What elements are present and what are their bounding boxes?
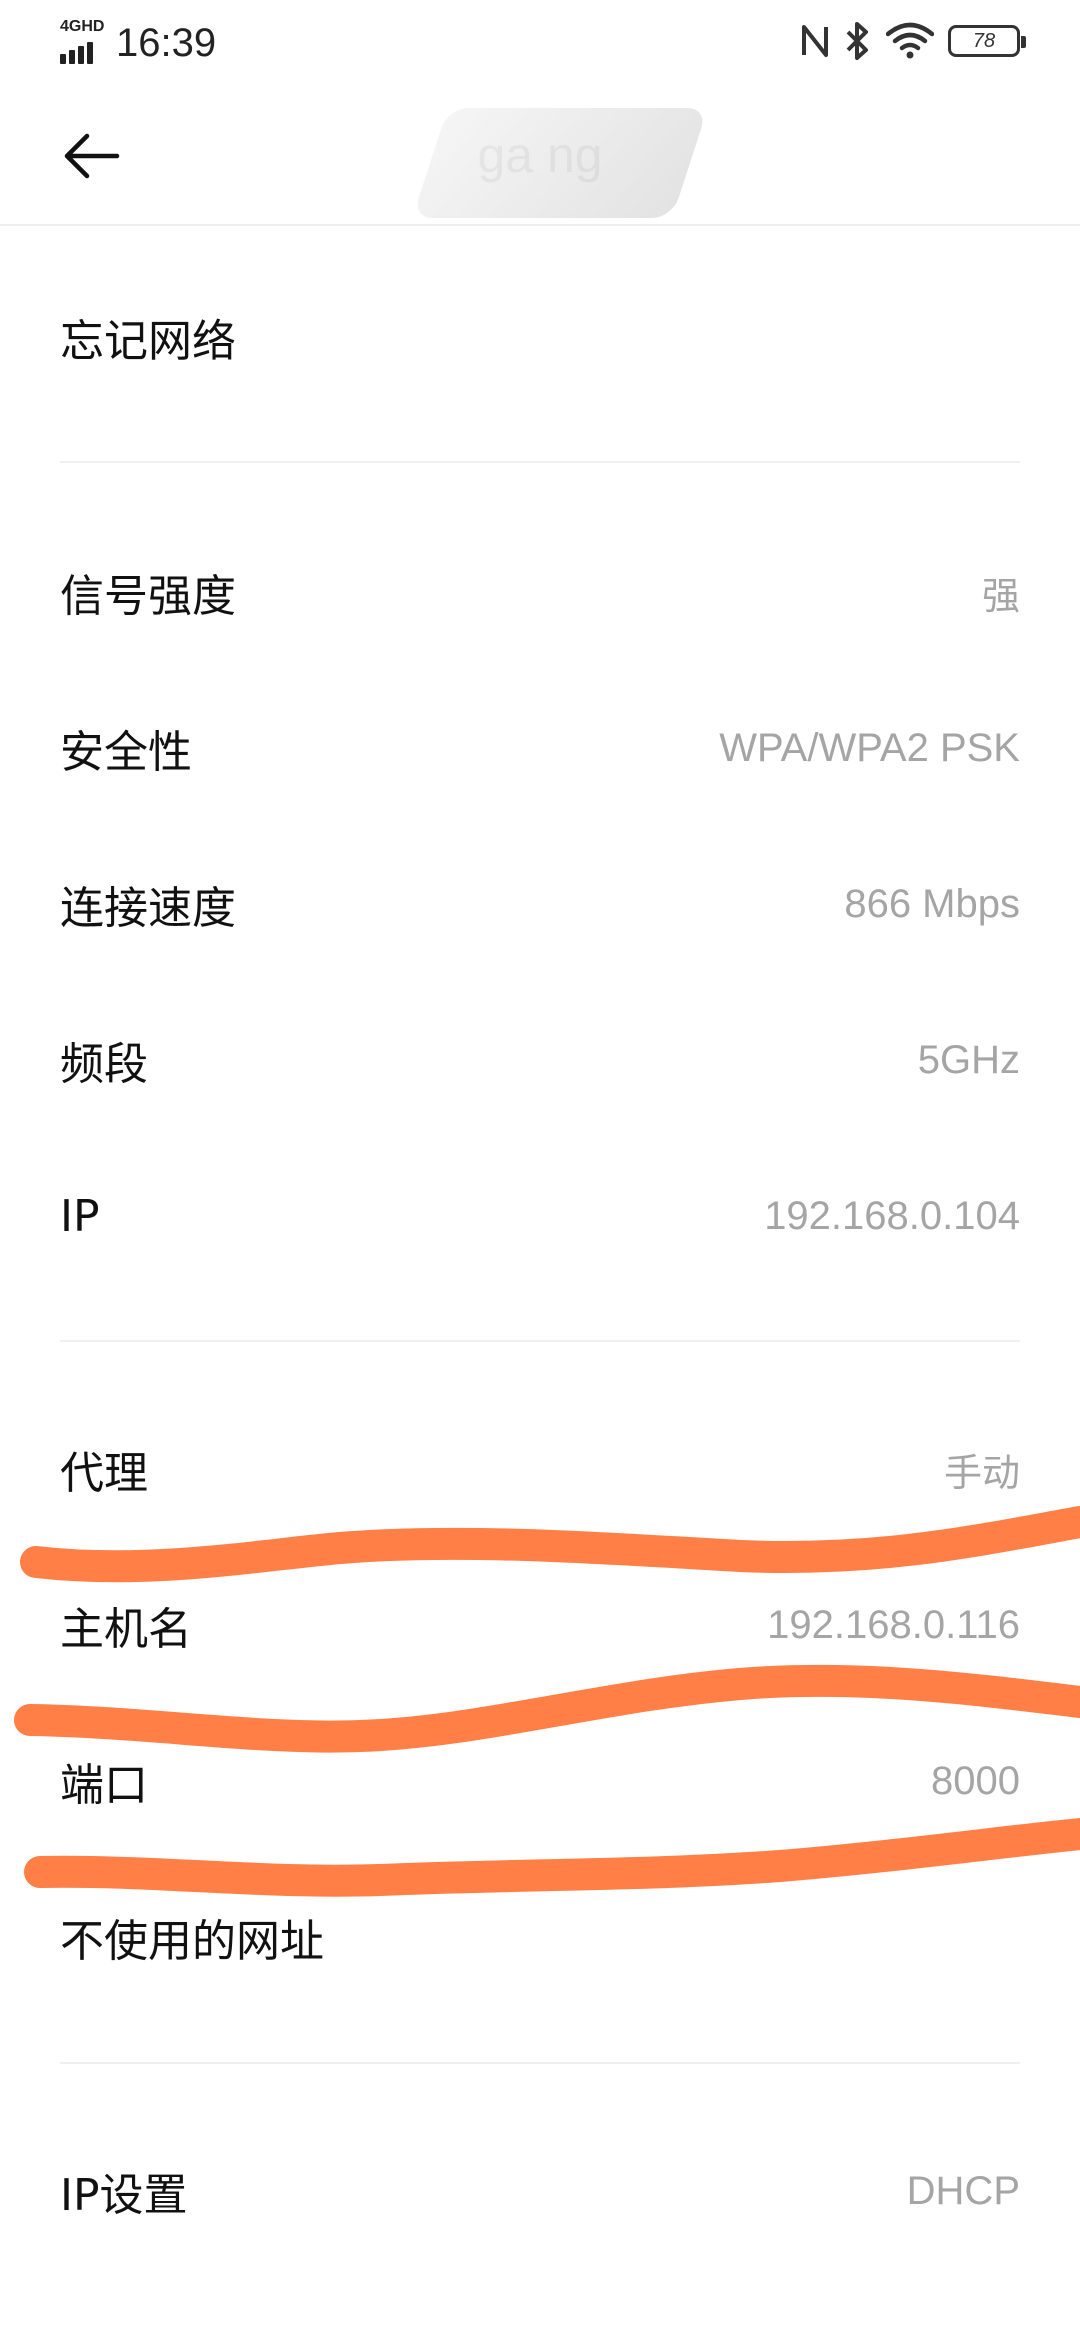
- status-right: 78: [800, 20, 1026, 62]
- divider: [60, 1340, 1020, 1342]
- security-label: 安全性: [60, 727, 192, 778]
- security-row: 安全性 WPA/WPA2 PSK: [60, 693, 1020, 803]
- ip-address-label: IP: [60, 1190, 100, 1242]
- title-redaction: [412, 108, 708, 218]
- proxy-bypass-row[interactable]: 不使用的网址: [60, 1882, 1020, 1992]
- divider: [60, 461, 1020, 463]
- proxy-label: 代理: [60, 1448, 148, 1499]
- battery-icon: 78: [948, 25, 1026, 57]
- status-bar: 4GHD 16:39 78: [0, 0, 1080, 90]
- wifi-icon: [886, 22, 934, 60]
- security-value: WPA/WPA2 PSK: [719, 725, 1020, 770]
- proxy-port-row[interactable]: 端口 8000: [60, 1726, 1020, 1836]
- cellular-signal-icon: 4GHD: [60, 18, 108, 68]
- link-speed-label: 连接速度: [60, 883, 236, 934]
- annotation-stroke: [20, 1506, 1080, 1583]
- annotation-stroke: [24, 1818, 1080, 1897]
- frequency-band-label: 频段: [60, 1039, 148, 1090]
- bluetooth-icon: [844, 20, 872, 62]
- battery-level: 78: [972, 29, 996, 52]
- ip-settings-label: IP设置: [60, 2170, 188, 2221]
- network-type-label: 4GHD: [60, 18, 105, 35]
- proxy-hostname-value: 192.168.0.116: [767, 1602, 1020, 1647]
- proxy-row[interactable]: 代理 手动: [60, 1414, 1020, 1524]
- proxy-port-label: 端口: [60, 1760, 148, 1811]
- divider: [60, 2062, 1020, 2064]
- nfc-icon: [800, 21, 830, 61]
- forget-network-row[interactable]: 忘记网络: [60, 282, 1020, 392]
- status-left: 4GHD 16:39: [60, 18, 216, 68]
- status-time: 16:39: [116, 20, 217, 65]
- frequency-band-row: 频段 5GHz: [60, 1005, 1020, 1115]
- proxy-port-value: 8000: [931, 1758, 1020, 1803]
- proxy-bypass-label: 不使用的网址: [60, 1916, 324, 1967]
- ip-settings-row[interactable]: IP设置 DHCP: [60, 2136, 1020, 2246]
- link-speed-value: 866 Mbps: [844, 881, 1020, 926]
- proxy-hostname-row[interactable]: 主机名 192.168.0.116: [60, 1570, 1020, 1680]
- signal-strength-label: 信号强度: [60, 571, 236, 622]
- proxy-hostname-label: 主机名: [60, 1604, 192, 1655]
- frequency-band-value: 5GHz: [917, 1037, 1020, 1082]
- ip-address-value: 192.168.0.104: [764, 1193, 1020, 1238]
- link-speed-row: 连接速度 866 Mbps: [60, 849, 1020, 959]
- signal-strength-value: 强: [981, 573, 1020, 618]
- ip-settings-value: DHCP: [906, 2168, 1020, 2213]
- proxy-value: 手动: [943, 1450, 1020, 1495]
- forget-network-label: 忘记网络: [60, 316, 236, 367]
- ip-address-row: IP 192.168.0.104: [60, 1161, 1020, 1271]
- signal-strength-row: 信号强度 强: [60, 537, 1020, 647]
